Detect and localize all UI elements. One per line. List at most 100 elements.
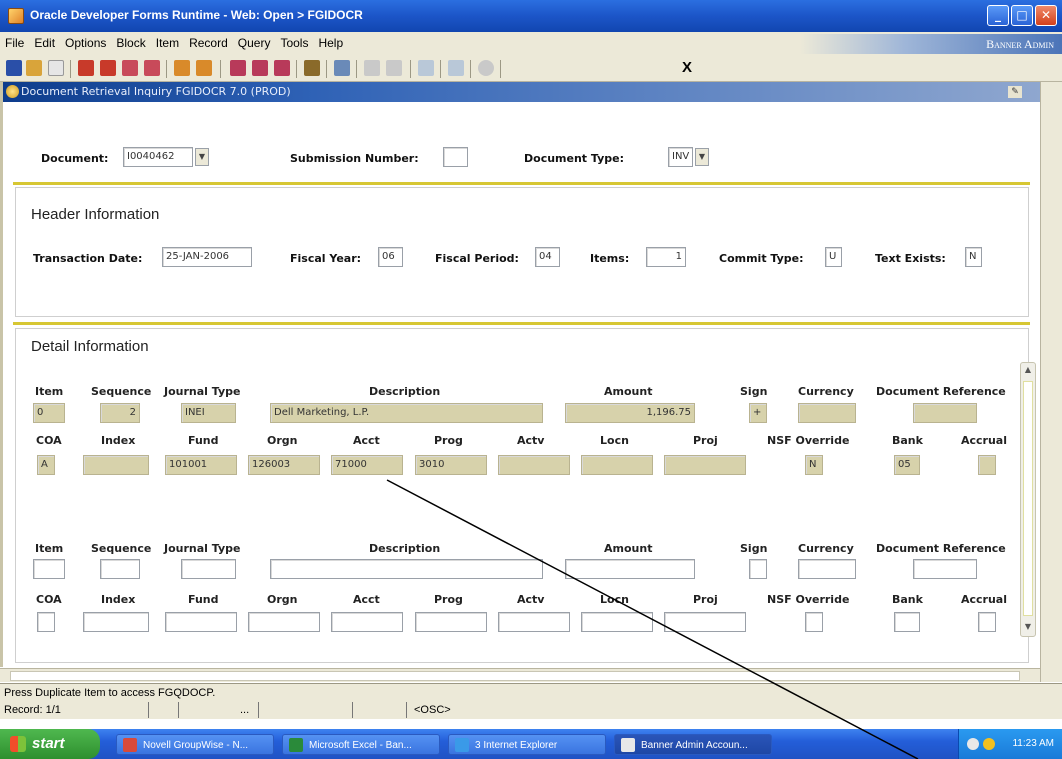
print-icon[interactable] xyxy=(48,60,64,76)
document-field[interactable]: I0040462 xyxy=(123,147,193,167)
menu-record[interactable]: Record xyxy=(184,32,233,50)
horizontal-scrollbar[interactable] xyxy=(0,668,1040,682)
execute-query-icon[interactable] xyxy=(196,60,212,76)
task-banner-admin[interactable]: Banner Admin Accoun... xyxy=(614,734,772,755)
actv-field[interactable] xyxy=(498,612,570,632)
item-list-icon[interactable] xyxy=(386,60,402,76)
horizontal-scroll-thumb[interactable] xyxy=(10,671,1020,681)
proj-field[interactable] xyxy=(664,612,746,632)
scroll-up-icon[interactable]: ▲ xyxy=(1023,365,1033,377)
detail-scrollbar[interactable]: ▲ ▼ xyxy=(1020,362,1036,637)
prog-field[interactable] xyxy=(415,612,487,632)
exit-button[interactable]: X xyxy=(682,59,692,76)
bank-field[interactable] xyxy=(894,612,920,632)
accrual-field[interactable] xyxy=(978,612,996,632)
proj-field[interactable] xyxy=(664,455,746,475)
start-button[interactable]: start xyxy=(0,729,100,759)
scroll-down-icon[interactable]: ▼ xyxy=(1023,622,1033,634)
accrual-field[interactable] xyxy=(978,455,996,475)
menu-item[interactable]: Item xyxy=(151,32,184,50)
journal-type-field[interactable] xyxy=(181,559,236,579)
insert-record-icon[interactable] xyxy=(230,60,246,76)
pref-icon[interactable] xyxy=(478,60,494,76)
acct-field[interactable]: 71000 xyxy=(331,455,403,475)
item-field[interactable] xyxy=(33,559,65,579)
window-title-bar[interactable]: Oracle Developer Forms Runtime - Web: Op… xyxy=(0,0,1062,32)
menu-options[interactable]: Options xyxy=(60,32,111,50)
coa-field[interactable]: A xyxy=(37,455,55,475)
menu-block[interactable]: Block xyxy=(111,32,150,50)
sequence-field[interactable] xyxy=(100,559,140,579)
minimize-button[interactable]: _ xyxy=(987,5,1009,26)
nsf-override-field[interactable]: N xyxy=(805,455,823,475)
document-reference-field[interactable] xyxy=(913,403,977,423)
currency-field[interactable] xyxy=(798,559,856,579)
clear-record-icon[interactable] xyxy=(274,60,290,76)
coa-field[interactable] xyxy=(37,612,55,632)
fund-field[interactable] xyxy=(165,612,237,632)
close-button[interactable]: ✕ xyxy=(1035,5,1057,26)
orgn-field[interactable]: 126003 xyxy=(248,455,320,475)
index-field[interactable] xyxy=(83,612,149,632)
currency-field[interactable] xyxy=(798,403,856,423)
acct-field[interactable] xyxy=(331,612,403,632)
prog-field[interactable]: 3010 xyxy=(415,455,487,475)
maximize-button[interactable]: □ xyxy=(1011,5,1033,26)
previous-record-icon[interactable] xyxy=(122,60,138,76)
text-exists-field[interactable]: N xyxy=(965,247,982,267)
transaction-date-field[interactable]: 25-JAN-2006 xyxy=(162,247,252,267)
network-icon[interactable] xyxy=(967,738,979,750)
actv-field[interactable] xyxy=(498,455,570,475)
task-groupwise[interactable]: Novell GroupWise - N... xyxy=(116,734,274,755)
menu-edit[interactable]: Edit xyxy=(29,32,60,50)
enter-query-icon[interactable] xyxy=(174,60,190,76)
submission-number-field[interactable] xyxy=(443,147,468,167)
rollback-icon[interactable] xyxy=(26,60,42,76)
menu-query[interactable]: Query xyxy=(233,32,276,50)
next-record-icon[interactable] xyxy=(144,60,160,76)
menu-file[interactable]: File xyxy=(0,32,29,50)
scroll-thumb[interactable] xyxy=(1023,381,1033,616)
nsf-override-field[interactable] xyxy=(805,612,823,632)
document-reference-field[interactable] xyxy=(913,559,977,579)
menu-tools[interactable]: Tools xyxy=(275,32,313,50)
options-icon[interactable] xyxy=(364,60,380,76)
locn-field[interactable] xyxy=(581,612,653,632)
save-icon[interactable] xyxy=(6,60,22,76)
window-scrollbar[interactable] xyxy=(1040,82,1062,682)
orgn-field[interactable] xyxy=(248,612,320,632)
menu-help[interactable]: Help xyxy=(313,32,348,50)
delete-record-icon[interactable] xyxy=(252,60,268,76)
item-field[interactable]: 0 xyxy=(33,403,65,423)
locn-field[interactable] xyxy=(581,455,653,475)
col-header-description: Description xyxy=(369,542,441,555)
task-internet-explorer[interactable]: 3 Internet Explorer xyxy=(448,734,606,755)
commit-type-field[interactable]: U xyxy=(825,247,842,267)
sign-field[interactable]: + xyxy=(749,403,767,423)
document-type-field[interactable]: INV xyxy=(668,147,693,167)
next-block-icon[interactable] xyxy=(100,60,116,76)
fiscal-year-field[interactable]: 06 xyxy=(378,247,403,267)
amount-field[interactable]: 1,196.75 xyxy=(565,403,695,423)
security-icon[interactable] xyxy=(983,738,995,750)
sign-field[interactable] xyxy=(749,559,767,579)
index-field[interactable] xyxy=(83,455,149,475)
items-field[interactable]: 1 xyxy=(646,247,686,267)
description-field[interactable] xyxy=(270,559,543,579)
bookmark-icon[interactable] xyxy=(448,60,464,76)
description-field[interactable]: Dell Marketing, L.P. xyxy=(270,403,543,423)
bank-field[interactable]: 05 xyxy=(894,455,920,475)
help-icon[interactable] xyxy=(418,60,434,76)
previous-block-icon[interactable] xyxy=(78,60,94,76)
journal-type-field[interactable]: INEI xyxy=(181,403,236,423)
document-type-lov-button[interactable]: ▼ xyxy=(695,148,709,166)
sequence-field[interactable]: 2 xyxy=(100,403,140,423)
amount-field[interactable] xyxy=(565,559,695,579)
document-lov-button[interactable]: ▼ xyxy=(195,148,209,166)
fund-field[interactable]: 101001 xyxy=(165,455,237,475)
fiscal-period-field[interactable]: 04 xyxy=(535,247,560,267)
task-excel[interactable]: Microsoft Excel - Ban... xyxy=(282,734,440,755)
print-screen-icon[interactable] xyxy=(334,60,350,76)
search-icon[interactable] xyxy=(304,60,320,76)
form-restore-icon[interactable]: ✎ xyxy=(1008,86,1022,98)
